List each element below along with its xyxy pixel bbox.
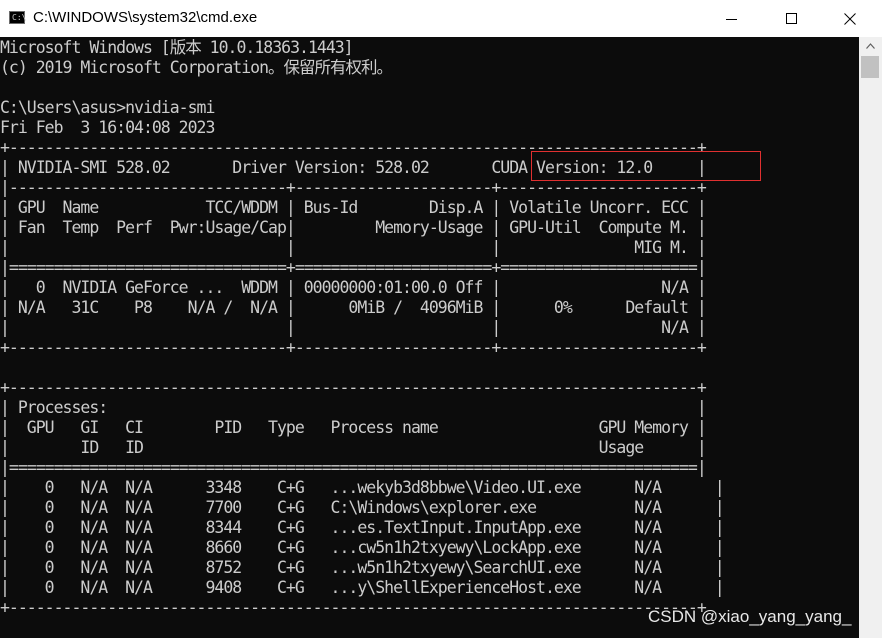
console-line: +---------------------------------------…: [0, 138, 707, 157]
minimize-button[interactable]: [704, 0, 760, 37]
console-line: | 0 N/A N/A 8344 C+G ...es.TextInput.Inp…: [0, 518, 725, 537]
console-line: | Fan Temp Perf Pwr:Usage/Cap| Memory-Us…: [0, 218, 707, 237]
console-line: | Processes: |: [0, 398, 707, 417]
scrollbar-thumb[interactable]: [861, 56, 879, 78]
chevron-up-icon: [866, 42, 875, 49]
console-line: | GPU GI CI PID Type Process name GPU Me…: [0, 418, 707, 437]
console-line: | 0 NVIDIA GeForce ... WDDM | 00000000:0…: [0, 278, 707, 297]
console-line: | | | MIG M. |: [0, 238, 707, 257]
watermark: CSDN @xiao_yang_yang_: [648, 607, 852, 626]
close-button[interactable]: [822, 0, 878, 37]
minimize-icon: [726, 18, 737, 20]
console-output[interactable]: Microsoft Windows [版本 10.0.18363.1443] (c…: [0, 37, 859, 638]
console-line: |=======================================…: [0, 458, 707, 477]
console-line: (c) 2019 Microsoft Corporation。保留所有权利。: [0, 58, 393, 77]
console-line: |===============================+=======…: [0, 258, 707, 277]
maximize-button[interactable]: [764, 0, 820, 37]
console-line: Fri Feb 3 16:04:08 2023: [0, 118, 215, 137]
console-line: C:\Users\asus>nvidia-smi: [0, 98, 215, 117]
vertical-scrollbar[interactable]: [859, 37, 882, 638]
cmd-app-icon: C:\: [9, 11, 27, 24]
console-line: | 0 N/A N/A 7700 C+G C:\Windows\explorer…: [0, 498, 725, 517]
console-line: | 0 N/A N/A 9408 C+G ...y\ShellExperienc…: [0, 578, 725, 597]
app-icon-label: C:\: [12, 13, 27, 22]
window-title: C:\WINDOWS\system32\cmd.exe: [33, 9, 258, 26]
close-icon: [844, 12, 856, 25]
cmd-window: C:\ C:\WINDOWS\system32\cmd.exe Microsof…: [0, 0, 882, 638]
console-line: Microsoft Windows [版本 10.0.18363.1443]: [0, 38, 354, 57]
console-line: +---------------------------------------…: [0, 378, 707, 397]
console-line: | 0 N/A N/A 3348 C+G ...wekyb3d8bbwe\Vid…: [0, 478, 725, 497]
maximize-icon: [786, 12, 797, 24]
console-line: | ID ID Usage |: [0, 438, 707, 457]
console-line: | 0 N/A N/A 8660 C+G ...cw5n1h2txyewy\Lo…: [0, 538, 725, 557]
console-line: | NVIDIA-SMI 528.02 Driver Version: 528.…: [0, 158, 707, 177]
console-line: | N/A 31C P8 N/A / N/A | 0MiB / 4096MiB …: [0, 298, 707, 317]
console-line: | 0 N/A N/A 8752 C+G ...w5n1h2txyewy\Sea…: [0, 558, 725, 577]
console-line: |-------------------------------+-------…: [0, 178, 707, 197]
console-line: +-------------------------------+-------…: [0, 338, 707, 357]
scroll-up-button[interactable]: [859, 37, 882, 54]
title-bar[interactable]: C:\ C:\WINDOWS\system32\cmd.exe: [0, 0, 882, 37]
console-line: | GPU Name TCC/WDDM | Bus-Id Disp.A | Vo…: [0, 198, 707, 217]
console-line: | | | N/A |: [0, 318, 707, 337]
console-line: +---------------------------------------…: [0, 598, 707, 617]
